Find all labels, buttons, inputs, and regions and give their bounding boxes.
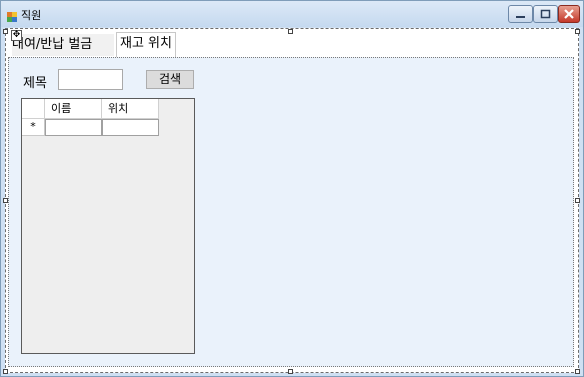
resize-handle[interactable]: [288, 369, 293, 374]
search-button[interactable]: 검색: [146, 70, 194, 89]
app-icon: [6, 8, 18, 22]
data-grid[interactable]: 이름 위치 *: [21, 98, 195, 354]
resize-handle[interactable]: [3, 369, 8, 374]
resize-handle[interactable]: [575, 369, 580, 374]
cell-location[interactable]: [102, 119, 159, 136]
minimize-icon: [516, 16, 525, 18]
row-header-corner: [22, 99, 45, 119]
window-title: 직원: [21, 9, 42, 22]
app-window: 직원 대여/반납 벌금 재고 위치 ✥ 제목 검색 이름 위치 *: [0, 0, 584, 377]
cell-name[interactable]: [45, 119, 102, 136]
resize-handle[interactable]: [575, 29, 580, 34]
maximize-icon: [540, 9, 551, 19]
resize-handle[interactable]: [288, 29, 293, 34]
resize-handle[interactable]: [3, 29, 8, 34]
title-bar[interactable]: 직원: [1, 1, 583, 27]
move-handle-icon[interactable]: ✥: [11, 30, 22, 41]
close-button[interactable]: [558, 5, 580, 23]
new-row-marker: *: [22, 119, 45, 136]
column-header-name[interactable]: 이름: [45, 99, 102, 119]
close-icon: [564, 9, 574, 19]
title-label: 제목: [23, 76, 47, 91]
column-header-location[interactable]: 위치: [102, 99, 159, 119]
title-search-input[interactable]: [58, 69, 123, 90]
resize-handle[interactable]: [575, 198, 580, 203]
tab-rental-return-fine[interactable]: 대여/반납 벌금: [12, 34, 114, 56]
minimize-button[interactable]: [508, 5, 533, 23]
maximize-button[interactable]: [533, 5, 558, 23]
tab-stock-location[interactable]: 재고 위치: [116, 32, 176, 57]
